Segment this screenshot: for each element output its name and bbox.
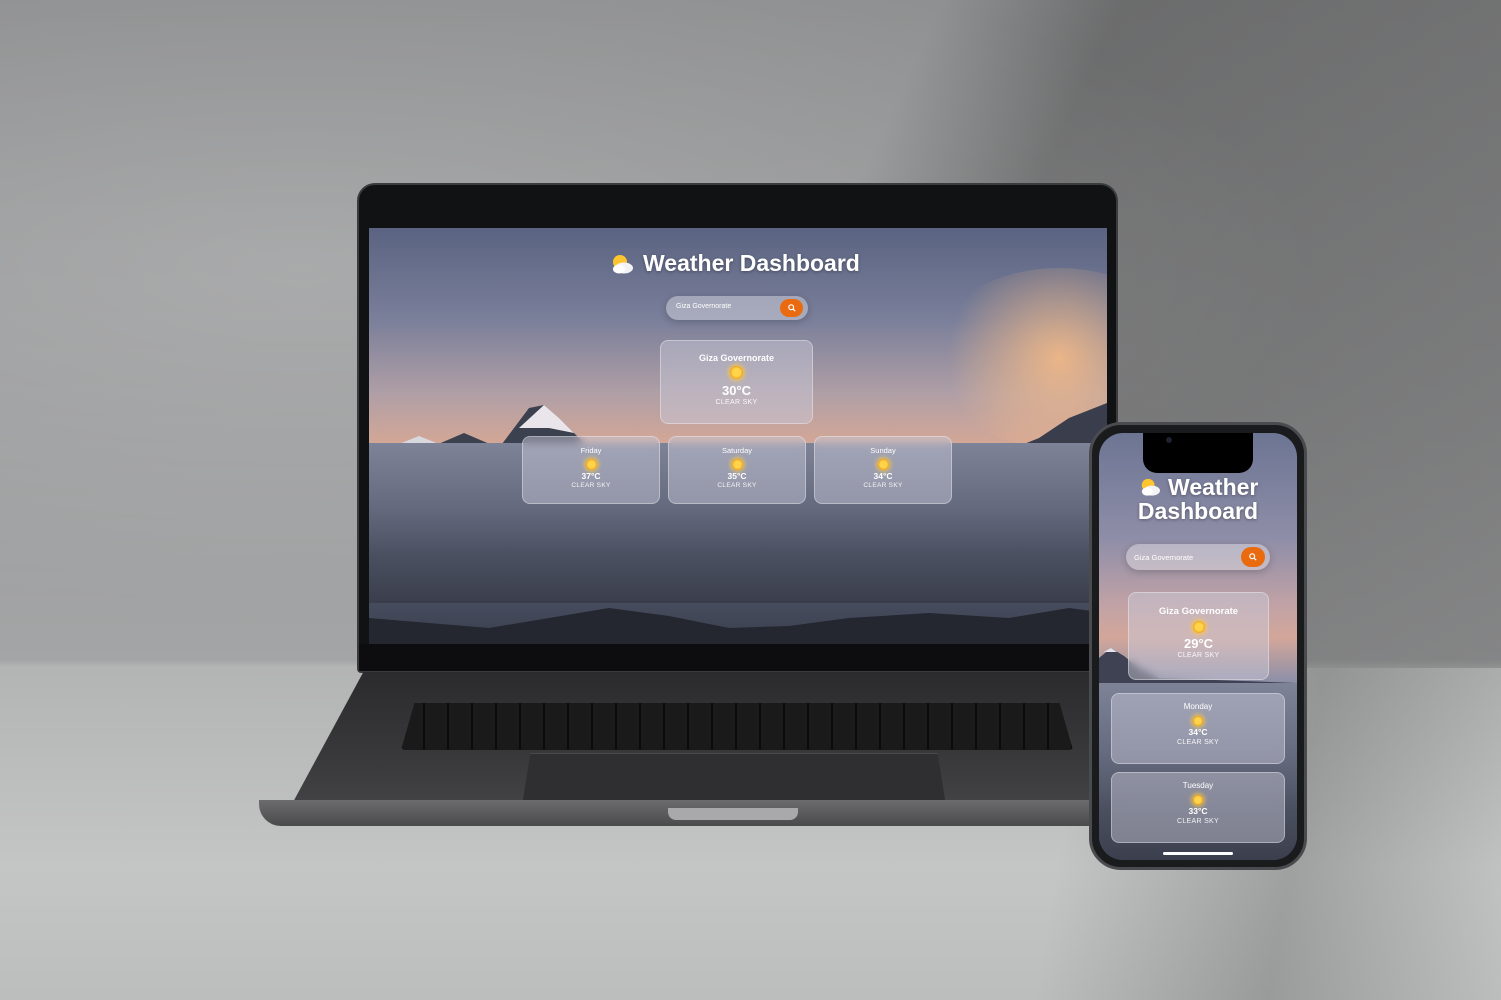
forecast-day: Saturday bbox=[721, 446, 753, 455]
forecast-card: Tuesday 33°C CLEAR SKY bbox=[1111, 772, 1285, 843]
search-icon bbox=[787, 304, 796, 312]
search-input[interactable]: Giza Governorate bbox=[1134, 553, 1193, 562]
search-bar[interactable]: Giza Governorate bbox=[666, 296, 808, 320]
forecast-day: Friday bbox=[580, 446, 602, 455]
forecast-temperature: 35°C bbox=[727, 471, 747, 481]
laptop-lid-notch bbox=[668, 808, 798, 820]
forecast-condition: CLEAR SKY bbox=[1177, 818, 1219, 825]
forecast-condition: CLEAR SKY bbox=[717, 482, 757, 489]
sun-icon bbox=[1192, 621, 1205, 633]
current-condition: CLEAR SKY bbox=[1177, 652, 1220, 659]
dashboard-title: Weather Dashboard bbox=[1099, 475, 1297, 523]
sun-icon bbox=[877, 459, 889, 470]
sun-behind-cloud-icon bbox=[1138, 477, 1162, 497]
forecast-condition: CLEAR SKY bbox=[863, 482, 903, 489]
sun-icon bbox=[730, 366, 743, 379]
sun-icon bbox=[731, 459, 743, 470]
sun-icon bbox=[1193, 716, 1203, 726]
laptop-trackpad bbox=[522, 753, 946, 806]
current-condition: CLEAR SKY bbox=[715, 399, 758, 406]
search-button[interactable] bbox=[780, 299, 803, 317]
current-weather-card: Giza Governorate 30°C CLEAR SKY bbox=[660, 340, 813, 424]
sun-icon bbox=[1193, 795, 1203, 805]
forecast-card: Friday 37°C CLEAR SKY bbox=[522, 436, 660, 504]
mountain-sunset-background: Weather Dashboard Giza Governorate Giza … bbox=[1099, 433, 1297, 860]
laptop-keyboard bbox=[401, 703, 1073, 750]
forecast-temperature: 33°C bbox=[1188, 806, 1208, 816]
phone-notch bbox=[1143, 433, 1253, 473]
phone-screen: Weather Dashboard Giza Governorate Giza … bbox=[1099, 433, 1297, 860]
home-indicator[interactable] bbox=[1163, 852, 1233, 855]
dashboard-title-text: Weather Dashboard bbox=[643, 250, 860, 276]
forecast-temperature: 34°C bbox=[1188, 727, 1208, 737]
forecast-card: Monday 34°C CLEAR SKY bbox=[1111, 693, 1285, 764]
forecast-card: Saturday 35°C CLEAR SKY bbox=[668, 436, 806, 504]
forecast-day: Monday bbox=[1183, 702, 1213, 711]
current-temperature: 29°C bbox=[1183, 636, 1214, 651]
forecast-condition: CLEAR SKY bbox=[1177, 739, 1219, 746]
forecast-day: Sunday bbox=[870, 446, 896, 455]
search-input[interactable]: Giza Governorate bbox=[676, 303, 731, 310]
current-weather-card: Giza Governorate 29°C CLEAR SKY bbox=[1128, 592, 1269, 680]
search-button[interactable] bbox=[1241, 547, 1265, 567]
search-icon bbox=[1249, 553, 1257, 561]
sun-behind-cloud-icon bbox=[609, 253, 635, 275]
foreground-ridge bbox=[369, 608, 1107, 644]
forecast-temperature: 34°C bbox=[873, 471, 893, 481]
forecast-day: Tuesday bbox=[1182, 781, 1214, 790]
forecast-card: Sunday 34°C CLEAR SKY bbox=[814, 436, 952, 504]
laptop-screen: Weather Dashboard Giza Governorate Giza … bbox=[369, 228, 1107, 644]
laptop-chin bbox=[359, 644, 1116, 671]
dashboard-title-line1: Weather bbox=[1168, 474, 1259, 500]
current-city: Giza Governorate bbox=[698, 353, 775, 363]
phone-camera bbox=[1166, 437, 1172, 443]
current-temperature: 30°C bbox=[721, 383, 752, 398]
dashboard-title-line2: Dashboard bbox=[1137, 498, 1259, 524]
sun-icon bbox=[585, 459, 597, 470]
forecast-temperature: 37°C bbox=[581, 471, 601, 481]
mountain-sunset-background: Weather Dashboard Giza Governorate Giza … bbox=[369, 228, 1107, 644]
forecast-condition: CLEAR SKY bbox=[571, 482, 611, 489]
current-city: Giza Governorate bbox=[1158, 606, 1239, 617]
dashboard-title: Weather Dashboard bbox=[609, 250, 860, 277]
search-bar[interactable]: Giza Governorate bbox=[1126, 544, 1270, 570]
